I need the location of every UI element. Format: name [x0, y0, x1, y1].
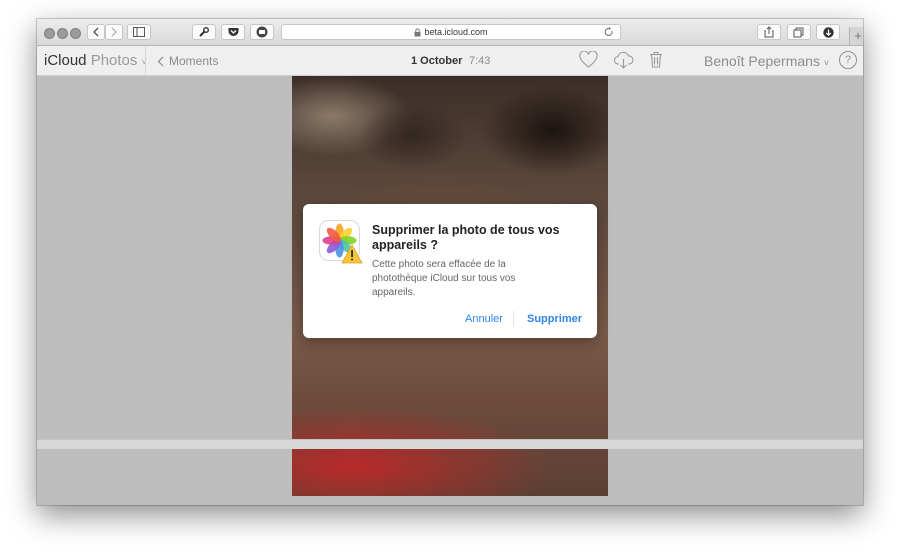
- chevron-left-icon: [157, 56, 164, 66]
- extension-button[interactable]: [192, 24, 216, 40]
- app-switcher[interactable]: iCloud Photos ˅: [44, 52, 147, 69]
- reload-icon[interactable]: [604, 27, 614, 39]
- share-icon: [764, 26, 774, 38]
- new-tab-button[interactable]: +: [849, 27, 863, 45]
- user-name: Benoît Pepermans: [704, 53, 820, 69]
- button-divider: [513, 311, 514, 327]
- heart-icon[interactable]: [579, 50, 598, 73]
- sidebar-icon: [133, 27, 145, 37]
- window-footer: [37, 439, 863, 449]
- privacy-extension-button[interactable]: [250, 24, 274, 40]
- photo-time: 7:43: [469, 55, 491, 67]
- back-label: Moments: [169, 54, 219, 68]
- forward-nav-button[interactable]: [105, 24, 123, 40]
- wrench-icon: [199, 27, 209, 37]
- trash-icon[interactable]: [649, 51, 663, 73]
- browser-toolbar: beta.icloud.com: [37, 19, 863, 46]
- header-divider: [145, 46, 146, 75]
- tabs-icon: [793, 27, 804, 37]
- address-bar[interactable]: beta.icloud.com: [281, 24, 621, 40]
- minimize-window-button[interactable]: [57, 28, 68, 39]
- confirm-delete-button[interactable]: Supprimer: [527, 313, 582, 325]
- download-arrow-icon: [822, 26, 834, 38]
- chevron-down-icon: ˅: [823, 58, 830, 68]
- cloud-download-icon[interactable]: [613, 51, 634, 74]
- app-brand: iCloud: [44, 52, 87, 69]
- photo-date: 1 October: [411, 55, 463, 67]
- dialog-title: Supprimer la photo de tous vos appareils…: [372, 223, 560, 252]
- pocket-button[interactable]: [221, 24, 245, 40]
- delete-confirmation-dialog: Supprimer la photo de tous vos appareils…: [303, 204, 597, 338]
- help-button[interactable]: ?: [839, 51, 857, 69]
- downloads-button[interactable]: [816, 24, 840, 40]
- app-header: iCloud Photos ˅ Moments 1 October 7:43 B…: [37, 46, 863, 76]
- chevron-right-icon: [111, 27, 117, 37]
- account-menu[interactable]: Benoît Pepermans ˅: [704, 53, 829, 69]
- share-button[interactable]: [757, 24, 781, 40]
- cancel-button[interactable]: Annuler: [465, 313, 503, 325]
- pocket-icon: [228, 28, 238, 36]
- back-nav-button[interactable]: [87, 24, 105, 40]
- tabs-overview-button[interactable]: [787, 24, 811, 40]
- photos-app-warning-icon: [319, 220, 363, 264]
- url-text: beta.icloud.com: [424, 27, 488, 37]
- moments-back-button[interactable]: Moments: [157, 54, 218, 68]
- dialog-message: Cette photo sera effacée de la photothèq…: [372, 259, 516, 298]
- badge-extension-icon: [256, 26, 268, 38]
- zoom-window-button[interactable]: [70, 28, 81, 39]
- app-section: Photos: [90, 52, 138, 69]
- sidebar-toggle-button[interactable]: [127, 24, 151, 40]
- close-window-button[interactable]: [44, 28, 55, 39]
- lock-icon: [414, 27, 421, 37]
- chevron-left-icon: [93, 27, 99, 37]
